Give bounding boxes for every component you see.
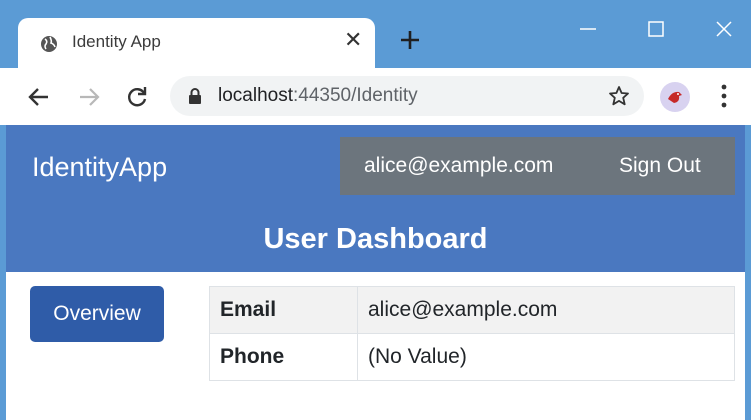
browser-tab[interactable]: Identity App ✕ — [18, 18, 375, 70]
phone-label: Phone — [209, 333, 358, 381]
user-details-table: Email alice@example.com Phone (No Value) — [209, 286, 735, 381]
sign-out-link[interactable]: Sign Out — [619, 154, 701, 178]
url-text: localhost:44350/Identity — [218, 85, 418, 107]
brand-name[interactable]: IdentityApp — [32, 152, 167, 183]
tab-title: Identity App — [72, 32, 161, 51]
phone-value: (No Value) — [357, 333, 735, 381]
address-bar[interactable]: localhost:44350/Identity — [170, 76, 644, 116]
table-row: Email alice@example.com — [209, 286, 735, 334]
url-host: localhost — [218, 85, 293, 106]
overview-button[interactable]: Overview — [30, 286, 164, 342]
table-row: Phone (No Value) — [209, 333, 735, 381]
tab-strip: Identity App ✕ — [0, 0, 751, 70]
profile-avatar[interactable] — [660, 82, 690, 112]
page-title: User Dashboard — [263, 223, 488, 255]
star-icon[interactable] — [608, 85, 630, 107]
user-panel: alice@example.com Sign Out — [340, 137, 735, 195]
minimize-icon[interactable] — [576, 18, 600, 40]
close-window-icon[interactable] — [712, 18, 736, 40]
email-value: alice@example.com — [357, 286, 735, 334]
arrow-right-icon[interactable] — [76, 84, 102, 110]
email-label: Email — [209, 286, 358, 334]
globe-icon — [41, 36, 57, 52]
reload-icon[interactable] — [124, 84, 150, 110]
kebab-menu-icon[interactable] — [720, 83, 728, 109]
new-tab-plus-icon[interactable] — [399, 29, 421, 51]
browser-window: Identity App ✕ localhost:44350/Identity … — [0, 0, 751, 420]
app-header: IdentityApp alice@example.com Sign Out U… — [6, 125, 745, 272]
user-email: alice@example.com — [364, 154, 554, 177]
browser-toolbar: localhost:44350/Identity — [0, 68, 751, 125]
lock-icon — [189, 88, 201, 104]
page-content: IdentityApp alice@example.com Sign Out U… — [6, 125, 745, 420]
url-path: :44350/Identity — [293, 85, 418, 106]
arrow-left-icon[interactable] — [26, 84, 52, 110]
bird-icon — [668, 91, 682, 103]
tab-close-icon[interactable]: ✕ — [344, 29, 362, 51]
maximize-icon[interactable] — [644, 18, 668, 40]
